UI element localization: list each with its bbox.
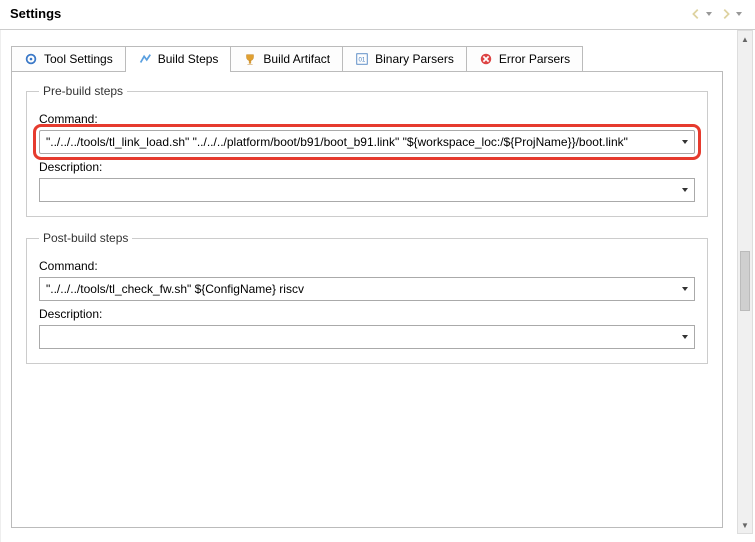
chevron-down-icon[interactable] (676, 333, 694, 341)
pre-build-description-combo[interactable] (39, 178, 695, 202)
tab-build-steps[interactable]: Build Steps (125, 46, 232, 71)
error-icon (479, 52, 493, 66)
vertical-scrollbar[interactable]: ▲ ▼ (737, 30, 753, 534)
chevron-down-icon[interactable] (676, 285, 694, 293)
post-build-legend: Post-build steps (39, 231, 132, 245)
trophy-icon (243, 52, 257, 66)
pre-build-command-input[interactable] (40, 135, 676, 149)
build-steps-pane: Pre-build steps Command: Description: Po… (11, 72, 723, 528)
binary-icon: 01 (355, 52, 369, 66)
build-steps-icon (138, 52, 152, 66)
post-build-description-input[interactable] (40, 330, 676, 344)
arrow-left-icon (689, 7, 703, 21)
pre-build-description-input[interactable] (40, 183, 676, 197)
post-build-description-combo[interactable] (39, 325, 695, 349)
settings-tabs: Tool Settings Build Steps Build Artifact… (11, 46, 723, 72)
pre-build-command-label: Command: (39, 112, 695, 126)
post-build-command-input[interactable] (40, 282, 676, 296)
pre-build-group: Pre-build steps Command: Description: (26, 84, 708, 217)
svg-text:01: 01 (359, 57, 366, 64)
arrow-right-icon (719, 7, 733, 21)
pre-build-command-combo[interactable] (39, 130, 695, 154)
pre-build-legend: Pre-build steps (39, 84, 127, 98)
chevron-down-icon (735, 10, 743, 18)
tab-label: Binary Parsers (375, 52, 454, 66)
scroll-thumb[interactable] (740, 251, 750, 311)
tab-label: Build Artifact (263, 52, 330, 66)
tab-label: Error Parsers (499, 52, 570, 66)
history-nav (687, 5, 745, 23)
page-title: Settings (10, 6, 61, 21)
tab-label: Tool Settings (44, 52, 113, 66)
nav-forward-button[interactable] (717, 5, 745, 23)
tab-error-parsers[interactable]: Error Parsers (466, 46, 583, 71)
tab-binary-parsers[interactable]: 01 Binary Parsers (342, 46, 467, 71)
scroll-up-icon[interactable]: ▲ (738, 31, 752, 47)
gear-icon (24, 52, 38, 66)
post-build-command-combo[interactable] (39, 277, 695, 301)
scroll-down-icon[interactable]: ▼ (738, 517, 752, 533)
tab-build-artifact[interactable]: Build Artifact (230, 46, 343, 71)
post-build-command-label: Command: (39, 259, 695, 273)
pre-build-description-label: Description: (39, 160, 695, 174)
post-build-description-label: Description: (39, 307, 695, 321)
tab-label: Build Steps (158, 52, 219, 66)
chevron-down-icon (705, 10, 713, 18)
nav-back-button[interactable] (687, 5, 715, 23)
post-build-group: Post-build steps Command: Description: (26, 231, 708, 364)
chevron-down-icon[interactable] (676, 186, 694, 194)
chevron-down-icon[interactable] (676, 138, 694, 146)
tab-tool-settings[interactable]: Tool Settings (11, 46, 126, 71)
